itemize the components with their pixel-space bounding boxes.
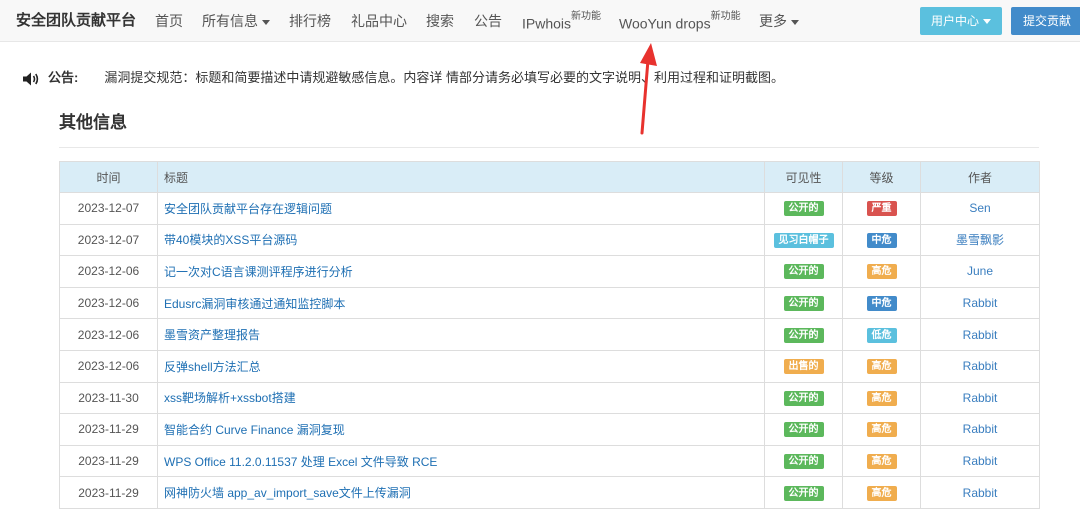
row-title-link[interactable]: 智能合约 Curve Finance 漏洞复现 [157,413,765,446]
row-title-link[interactable]: 记一次对C语言课测评程序进行分析 [157,255,765,288]
nav-more[interactable]: 更多 [759,0,799,42]
table-row: 2023-11-30 xss靶场解析+xssbot搭建 公开的 高危 Rabbi… [59,381,1040,415]
level-badge: 低危 [866,327,897,343]
user-center-button[interactable]: 用户中心 [920,7,1002,35]
row-author-link[interactable]: Rabbit [920,349,1040,383]
row-title-link[interactable]: WPS Office 11.2.0.11537 处理 Excel 文件导致 RC… [157,444,765,478]
row-author-link[interactable]: Rabbit [920,476,1040,509]
row-title-link[interactable]: Edusrc漏洞审核通过通知监控脚本 [157,286,765,320]
level-badge: 中危 [866,232,897,248]
row-author-link[interactable]: Rabbit [920,444,1040,478]
visibility-badge: 见习白帽子 [773,232,834,248]
row-title-link[interactable]: 安全团队贡献平台存在逻辑问题 [157,192,765,225]
visibility-badge: 公开的 [783,264,824,280]
visibility-badge: 公开的 [783,422,824,438]
level-badge: 高危 [866,359,897,375]
row-author-link[interactable]: June [920,255,1040,288]
table-row: 2023-12-07 带40模块的XSS平台源码 见习白帽子 中危 墨雪飘影 [59,223,1040,257]
nav-announcement[interactable]: 公告 [474,0,502,42]
column-header-visibility: 可见性 [764,161,843,193]
table-row: 2023-12-06 Edusrc漏洞审核通过通知监控脚本 公开的 中危 Rab… [59,286,1040,320]
table-row: 2023-11-29 网神防火墙 app_av_import_save文件上传漏… [59,476,1040,509]
table-header-row: 时间 标题 可见性 等级 作者 [59,161,1040,193]
row-time: 2023-12-06 [59,349,158,383]
level-badge: 严重 [866,201,897,217]
column-header-level: 等级 [842,161,921,193]
table-row: 2023-12-07 安全团队贡献平台存在逻辑问题 公开的 严重 Sen [59,192,1040,225]
info-table: 时间 标题 可见性 等级 作者 2023-12-07 安全团队贡献平台存在逻辑问… [59,161,1040,509]
table-row: 2023-12-06 记一次对C语言课测评程序进行分析 公开的 高危 June [59,255,1040,288]
brand-logo[interactable]: 安全团队贡献平台 [16,0,136,42]
visibility-badge: 公开的 [783,296,824,312]
row-title-link[interactable]: 网神防火墙 app_av_import_save文件上传漏洞 [157,476,765,509]
row-time: 2023-11-30 [59,381,158,415]
new-feature-tag: 新功能 [710,11,741,22]
level-badge: 中危 [866,296,897,312]
row-time: 2023-12-06 [59,255,158,288]
section-title: 其他信息 [59,113,127,132]
column-header-time: 时间 [59,161,158,193]
level-badge: 高危 [866,422,897,438]
submit-contribution-button[interactable]: 提交贡献 [1011,7,1080,35]
level-badge: 高危 [866,390,897,406]
caret-down-icon [983,19,991,25]
table-row: 2023-12-06 墨雪资产整理报告 公开的 低危 Rabbit [59,318,1040,351]
new-feature-tag: 新功能 [571,11,602,22]
row-time: 2023-12-06 [59,318,158,351]
row-time: 2023-12-06 [59,286,158,320]
row-time: 2023-11-29 [59,476,158,509]
level-badge: 高危 [866,264,897,280]
nav-all-info[interactable]: 所有信息 [202,0,270,42]
row-time: 2023-11-29 [59,444,158,478]
visibility-badge: 公开的 [783,390,824,406]
level-badge: 高危 [866,485,897,501]
row-author-link[interactable]: Rabbit [920,381,1040,415]
announcement-text: 漏洞提交规范：标题和简要描述中请规避敏感信息。内容详 情部分请务必填写必要的文字… [104,70,784,85]
visibility-badge: 公开的 [783,454,824,470]
visibility-badge: 公开的 [783,201,824,217]
caret-down-icon [262,19,270,25]
announcement-label: 公告: [48,70,79,85]
nav-ranking[interactable]: 排行榜 [289,0,331,42]
nav-search[interactable]: 搜索 [426,0,454,42]
row-title-link[interactable]: 反弹shell方法汇总 [157,349,765,383]
visibility-badge: 出售的 [783,359,824,375]
table-body: 2023-12-07 安全团队贡献平台存在逻辑问题 公开的 严重 Sen 202… [59,192,1040,509]
caret-down-icon [791,19,799,25]
nav-home[interactable]: 首页 [155,0,183,42]
row-title-link[interactable]: 墨雪资产整理报告 [157,318,765,351]
visibility-badge: 公开的 [783,327,824,343]
nav-wooyun-drops[interactable]: WooYun drops新功能 [619,0,741,42]
column-header-author: 作者 [920,161,1040,193]
nav-ipwhois[interactable]: IPwhois新功能 [522,0,601,42]
visibility-badge: 公开的 [783,485,824,501]
row-author-link[interactable]: Rabbit [920,413,1040,446]
level-badge: 高危 [866,454,897,470]
speaker-icon [23,72,39,86]
row-title-link[interactable]: xss靶场解析+xssbot搭建 [157,381,765,415]
red-arrow-annotation [640,43,657,135]
column-header-title: 标题 [157,161,765,193]
table-row: 2023-12-06 反弹shell方法汇总 出售的 高危 Rabbit [59,349,1040,383]
row-title-link[interactable]: 带40模块的XSS平台源码 [157,223,765,257]
row-author-link[interactable]: Rabbit [920,318,1040,351]
top-navbar: 安全团队贡献平台 首页 所有信息 排行榜 礼品中心 搜索 公告 IPwhois新… [0,0,1080,42]
row-time: 2023-12-07 [59,192,158,225]
row-author-link[interactable]: Rabbit [920,286,1040,320]
table-row: 2023-11-29 WPS Office 11.2.0.11537 处理 Ex… [59,444,1040,478]
row-author-link[interactable]: Sen [920,192,1040,225]
announcement-bar: 公告: 漏洞提交规范：标题和简要描述中请规避敏感信息。内容详 情部分请务必填写必要… [22,68,784,88]
section-divider [59,147,1039,148]
row-time: 2023-11-29 [59,413,158,446]
table-row: 2023-11-29 智能合约 Curve Finance 漏洞复现 公开的 高… [59,413,1040,446]
row-author-link[interactable]: 墨雪飘影 [920,223,1040,257]
row-time: 2023-12-07 [59,223,158,257]
nav-gift-center[interactable]: 礼品中心 [351,0,407,42]
